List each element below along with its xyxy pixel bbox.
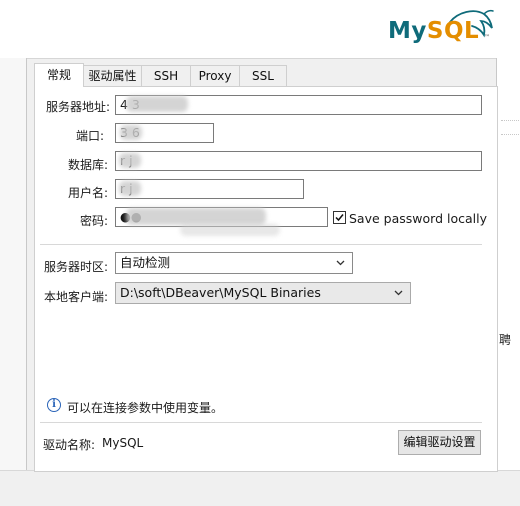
checkmark-icon xyxy=(335,214,344,222)
mysql-logo: MySQL ™ xyxy=(388,8,498,48)
edit-driver-settings-button[interactable]: 编辑驱动设置 xyxy=(398,430,481,455)
driver-name-label: 驱动名称: xyxy=(43,438,96,452)
logo-trademark: ™ xyxy=(484,34,490,41)
port-label: 端口: xyxy=(75,129,104,143)
tab-ssh[interactable]: SSH xyxy=(141,65,191,86)
left-side-panel xyxy=(0,58,27,470)
host-label: 服务器地址: xyxy=(45,100,110,114)
bottom-bar xyxy=(0,470,520,506)
local-client-value: D:\soft\DBeaver\MySQL Binaries xyxy=(120,285,321,300)
mysql-logo-text: MySQL xyxy=(388,18,479,44)
redaction-blur xyxy=(126,96,188,112)
chevron-down-icon xyxy=(394,290,403,296)
save-password-checkbox[interactable] xyxy=(333,211,346,224)
redaction-blur xyxy=(126,208,266,225)
timezone-value: 自动检测 xyxy=(120,255,171,270)
username-label: 用户名: xyxy=(67,186,108,200)
logo-my: My xyxy=(388,18,427,44)
driver-name-value: MySQL xyxy=(102,436,144,450)
database-input[interactable]: r j xyxy=(115,151,482,171)
tab-driver-properties[interactable]: 驱动属性 xyxy=(83,65,142,86)
timezone-label: 服务器时区: xyxy=(43,260,108,274)
header: MySQL ™ xyxy=(0,0,520,59)
tab-general[interactable]: 常规 xyxy=(34,63,84,87)
database-label: 数据库: xyxy=(67,158,108,172)
local-client-select[interactable]: D:\soft\DBeaver\MySQL Binaries xyxy=(115,282,411,304)
redaction-blur xyxy=(180,224,280,236)
logo-sql: SQL xyxy=(426,18,480,44)
tab-proxy[interactable]: Proxy xyxy=(190,65,240,86)
timezone-select[interactable]: 自动检测 xyxy=(115,252,353,274)
section-divider xyxy=(40,422,482,423)
section-divider xyxy=(40,244,482,245)
divider xyxy=(501,120,520,121)
redaction-blur xyxy=(119,153,141,168)
right-side-panel: 聘 xyxy=(496,58,520,478)
chevron-down-icon xyxy=(336,260,345,266)
divider xyxy=(501,134,520,135)
tab-ssl[interactable]: SSL xyxy=(239,65,287,86)
username-input[interactable]: r j xyxy=(115,179,304,199)
password-label: 密码: xyxy=(79,214,108,228)
variables-hint: 可以在连接参数中使用变量。 xyxy=(67,401,224,415)
info-icon: i xyxy=(47,398,61,412)
redaction-blur xyxy=(120,125,142,140)
local-client-label: 本地客户端: xyxy=(43,290,108,304)
redaction-blur xyxy=(119,181,141,196)
right-side-text: 聘 xyxy=(499,333,512,347)
save-password-label[interactable]: Save password locally xyxy=(349,211,487,226)
